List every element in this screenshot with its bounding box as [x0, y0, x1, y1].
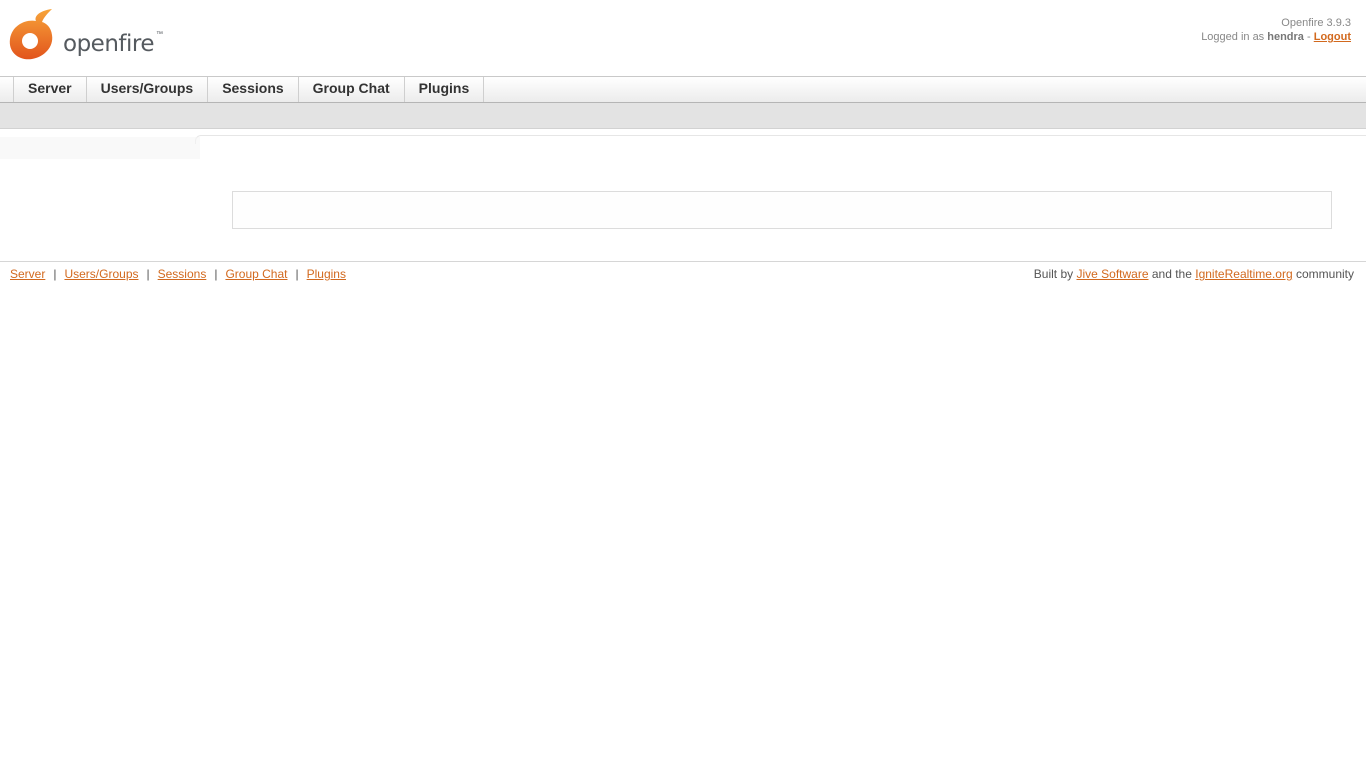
footer-link-plugins[interactable]: Plugins — [307, 267, 346, 281]
footer-separator: | — [53, 267, 57, 281]
sub-nav-bar — [0, 103, 1366, 129]
footer-link-server[interactable]: Server — [10, 267, 45, 281]
tab-group-chat[interactable]: Group Chat — [297, 77, 404, 102]
tab-sessions[interactable]: Sessions — [207, 77, 297, 102]
logo-trademark: ™ — [156, 31, 163, 38]
main-nav: Server Users/Groups Sessions Group Chat … — [0, 76, 1366, 103]
header: openfire ™ Openfire 3.9.3 Logged in as h… — [0, 0, 1366, 76]
footer-separator: | — [214, 267, 218, 281]
login-separator: - — [1307, 31, 1311, 43]
jive-software-link[interactable]: Jive Software — [1076, 267, 1148, 281]
content-box — [232, 191, 1332, 229]
footer-link-sessions[interactable]: Sessions — [158, 267, 207, 281]
main-panel-border — [195, 135, 1366, 144]
logged-in-prefix: Logged in as — [1201, 31, 1265, 43]
logout-link[interactable]: Logout — [1314, 31, 1351, 43]
footer: Server | Users/Groups | Sessions | Group Chat |… — [0, 261, 1366, 292]
username: hendra — [1267, 31, 1304, 43]
tab-server[interactable]: Server — [13, 77, 86, 102]
openfire-flame-icon — [9, 9, 53, 60]
footer-separator: | — [146, 267, 150, 281]
credit-suffix: community — [1295, 267, 1354, 281]
tab-users-groups[interactable]: Users/Groups — [85, 77, 208, 102]
content-area — [0, 129, 1366, 261]
login-status: Logged in as hendra - Logout — [1201, 30, 1351, 44]
ignite-realtime-link[interactable]: IgniteRealtime.org — [1195, 267, 1292, 281]
footer-separator: | — [295, 267, 299, 281]
user-info: Openfire 3.9.3 Logged in as hendra - Log… — [1201, 16, 1351, 44]
credit-middle: and the — [1151, 267, 1192, 281]
tab-plugins[interactable]: Plugins — [403, 77, 485, 102]
sidebar — [0, 137, 200, 159]
logo-wordmark: openfire — [63, 31, 155, 57]
openfire-logo[interactable]: openfire ™ — [8, 7, 168, 63]
footer-link-group-chat[interactable]: Group Chat — [225, 267, 287, 281]
version-label: Openfire 3.9.3 — [1281, 17, 1351, 29]
footer-link-users-groups[interactable]: Users/Groups — [64, 267, 138, 281]
footer-links: Server | Users/Groups | Sessions | Group Chat |… — [10, 267, 346, 281]
credit-prefix: Built by — [1033, 267, 1074, 281]
footer-credit: Built by Jive Software and the IgniteRea… — [1034, 267, 1354, 281]
